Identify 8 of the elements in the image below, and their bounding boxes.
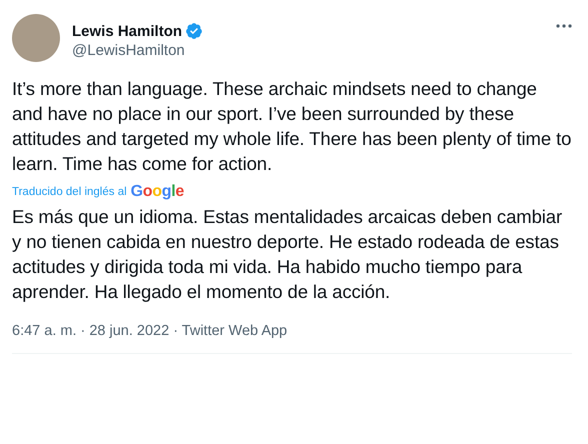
- author-handle[interactable]: @LewisHamilton: [72, 42, 204, 59]
- translated-text: Es más que un idioma. Estas mentalidades arcaicas deben cambiar y no tienen cabida en nuestro deporte. He estado rodeada de estas actitudes y dirigida toda mi vida. Ha habido mucho tiempo para aprender. Ha llegado el momento de la acción.: [12, 205, 564, 304]
- avatar-photo-placeholder[interactable]: [12, 14, 60, 62]
- tweet-text: It’s more than language. These archaic mindsets need to change and have no place in our sport. I’ve been surrounded by these attitudes and targeted my whole life. There has been plenty of time to learn. Time has come for action.: [12, 77, 572, 176]
- tweet-timestamp[interactable]: 6:47 a. m. · 28 jun. 2022 · Twitter Web App: [12, 323, 572, 339]
- author-name[interactable]: Lewis Hamilton: [72, 22, 182, 40]
- google-logo[interactable]: Google: [130, 183, 184, 201]
- more-options-icon[interactable]: [556, 24, 572, 28]
